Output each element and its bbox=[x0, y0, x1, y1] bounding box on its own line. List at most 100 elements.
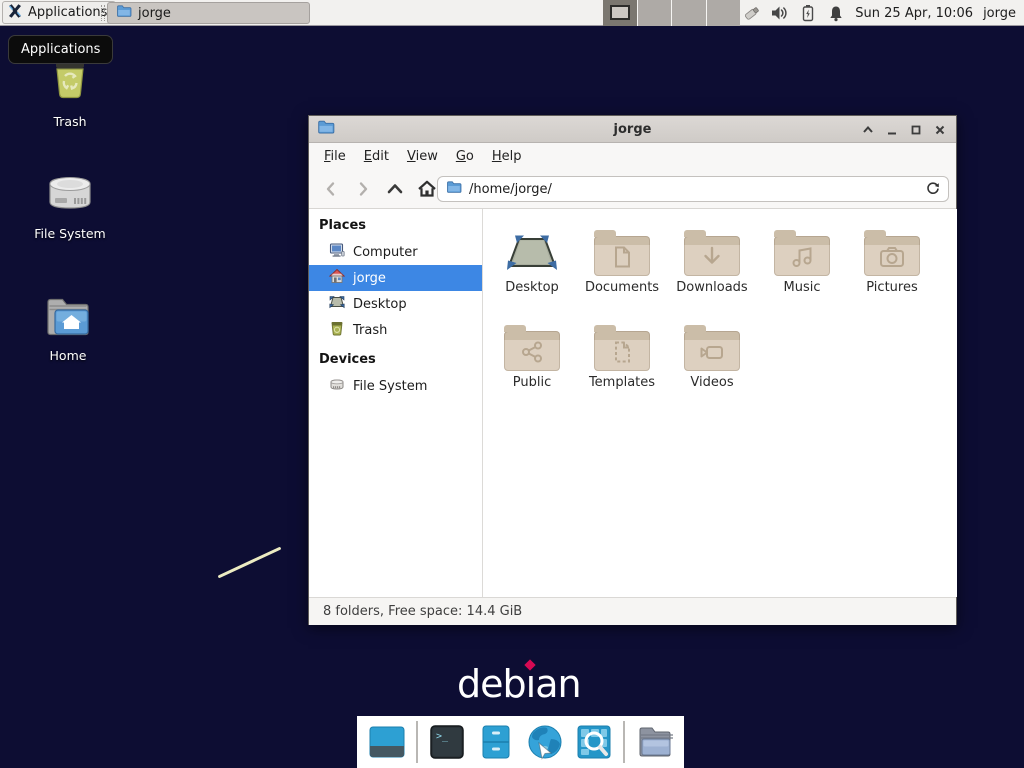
panel-username[interactable]: jorge bbox=[983, 6, 1016, 21]
desktop-screen: Applications jorge bbox=[0, 0, 1024, 768]
drawing-tablet-icon[interactable] bbox=[743, 4, 761, 22]
logo-i: ı bbox=[526, 662, 536, 706]
location-input[interactable] bbox=[469, 182, 919, 197]
maximize-button[interactable] bbox=[907, 121, 924, 138]
sidebar-item-file-system[interactable]: File System bbox=[309, 373, 482, 399]
trash-icon bbox=[329, 320, 345, 340]
svg-text:>_: >_ bbox=[436, 731, 449, 742]
minimize-button[interactable] bbox=[883, 121, 900, 138]
file-item-label: Music bbox=[784, 280, 821, 295]
folder-pictures-icon bbox=[864, 236, 920, 276]
top-panel: Applications jorge bbox=[0, 0, 1024, 26]
reload-icon[interactable] bbox=[926, 180, 940, 199]
statusbar: 8 folders, Free space: 14.4 GiB bbox=[309, 597, 956, 625]
file-item-desktop[interactable]: Desktop bbox=[487, 221, 577, 306]
desktop-icon-home[interactable]: Home bbox=[18, 292, 118, 363]
titlebar[interactable]: jorge bbox=[309, 116, 956, 143]
sidebar-item-desktop[interactable]: Desktop bbox=[309, 291, 482, 317]
desktop-icon-label: File System bbox=[34, 226, 106, 241]
status-text: 8 folders, Free space: 14.4 GiB bbox=[323, 604, 522, 619]
folder-music-icon bbox=[774, 236, 830, 276]
up-button[interactable] bbox=[379, 174, 411, 204]
logo-text: deb bbox=[457, 662, 526, 706]
workspace-pager[interactable] bbox=[603, 0, 740, 26]
file-manager-icon[interactable] bbox=[476, 722, 516, 762]
taskbar-window-button[interactable]: jorge bbox=[107, 2, 310, 24]
volume-icon[interactable] bbox=[771, 4, 789, 22]
sidebar-item-label: Desktop bbox=[353, 297, 407, 312]
menu-help[interactable]: Help bbox=[483, 144, 531, 169]
panel-clock[interactable]: Sun 25 Apr, 10:06 bbox=[855, 6, 973, 21]
file-item-pictures[interactable]: Pictures bbox=[847, 221, 937, 306]
file-item-label: Videos bbox=[690, 375, 733, 390]
desktop-icon-label: Trash bbox=[53, 114, 86, 129]
sidebar-item-label: File System bbox=[353, 379, 427, 394]
desktop-icon-label: Home bbox=[50, 348, 87, 363]
file-item-label: Templates bbox=[589, 375, 655, 390]
back-button[interactable] bbox=[315, 174, 347, 204]
panel-handle bbox=[101, 5, 105, 21]
sidebar: Places Computer bbox=[309, 209, 483, 597]
trash-icon bbox=[46, 56, 94, 110]
dock-separator bbox=[623, 721, 625, 763]
hard-drive-icon bbox=[329, 376, 345, 396]
folder-videos-icon bbox=[684, 331, 740, 371]
applications-tooltip: Applications bbox=[8, 35, 113, 64]
terminal-icon[interactable]: >_ bbox=[427, 722, 467, 762]
sidebar-item-label: Computer bbox=[353, 245, 418, 260]
folder-downloads-icon bbox=[684, 236, 740, 276]
sidebar-item-jorge[interactable]: jorge bbox=[309, 265, 482, 291]
folder-icon bbox=[116, 3, 132, 23]
application-finder-icon[interactable] bbox=[574, 722, 614, 762]
places-header: Places bbox=[309, 209, 482, 239]
battery-icon[interactable] bbox=[799, 4, 817, 22]
file-item-public[interactable]: Public bbox=[487, 316, 577, 401]
sidebar-item-label: Trash bbox=[353, 323, 387, 338]
close-button[interactable] bbox=[931, 121, 948, 138]
home-folder-icon bbox=[42, 292, 94, 344]
files-pane[interactable]: Desktop Documents bbox=[483, 209, 957, 597]
show-desktop-icon[interactable] bbox=[367, 722, 407, 762]
forward-button[interactable] bbox=[347, 174, 379, 204]
workspace-4[interactable] bbox=[706, 0, 741, 26]
file-item-documents[interactable]: Documents bbox=[577, 221, 667, 306]
notifications-bell-icon[interactable] bbox=[827, 4, 845, 22]
home-icon bbox=[329, 268, 345, 288]
file-item-videos[interactable]: Videos bbox=[667, 316, 757, 401]
desktop-icon-file-system[interactable]: File System bbox=[20, 170, 120, 241]
desktop-icon bbox=[329, 294, 345, 314]
file-item-templates[interactable]: Templates bbox=[577, 316, 667, 401]
menubar: File Edit View Go Help bbox=[309, 144, 956, 169]
shade-button[interactable] bbox=[859, 121, 876, 138]
file-item-music[interactable]: Music bbox=[757, 221, 847, 306]
workspace-1[interactable] bbox=[603, 0, 637, 26]
sidebar-item-trash[interactable]: Trash bbox=[309, 317, 482, 343]
hard-drive-icon bbox=[44, 170, 96, 222]
computer-icon bbox=[329, 242, 345, 262]
workspace-3[interactable] bbox=[671, 0, 706, 26]
desktop-special-icon bbox=[504, 221, 560, 276]
dock-separator bbox=[416, 721, 418, 763]
directory-menu-icon[interactable] bbox=[634, 722, 674, 762]
applications-menu-button[interactable]: Applications bbox=[2, 1, 116, 24]
folder-icon bbox=[446, 179, 462, 199]
toolbar bbox=[309, 169, 956, 209]
sidebar-item-computer[interactable]: Computer bbox=[309, 239, 482, 265]
applications-label: Applications bbox=[28, 5, 107, 20]
menu-edit[interactable]: Edit bbox=[355, 144, 398, 169]
dock: >_ bbox=[357, 716, 684, 768]
workspace-window-thumbnail bbox=[610, 5, 630, 20]
web-browser-icon[interactable] bbox=[525, 722, 565, 762]
menu-file[interactable]: File bbox=[315, 144, 355, 169]
folder-templates-icon bbox=[594, 331, 650, 371]
debian-wordmark: debıan bbox=[457, 662, 581, 706]
desktop-icon-trash[interactable]: Trash bbox=[20, 56, 120, 129]
menu-go[interactable]: Go bbox=[447, 144, 483, 169]
location-bar[interactable] bbox=[437, 176, 949, 202]
xfce-logo-icon bbox=[7, 3, 23, 23]
file-item-downloads[interactable]: Downloads bbox=[667, 221, 757, 306]
file-item-label: Documents bbox=[585, 280, 659, 295]
workspace-2[interactable] bbox=[637, 0, 672, 26]
menu-view[interactable]: View bbox=[398, 144, 447, 169]
system-tray: Sun 25 Apr, 10:06 jorge bbox=[743, 0, 1024, 26]
